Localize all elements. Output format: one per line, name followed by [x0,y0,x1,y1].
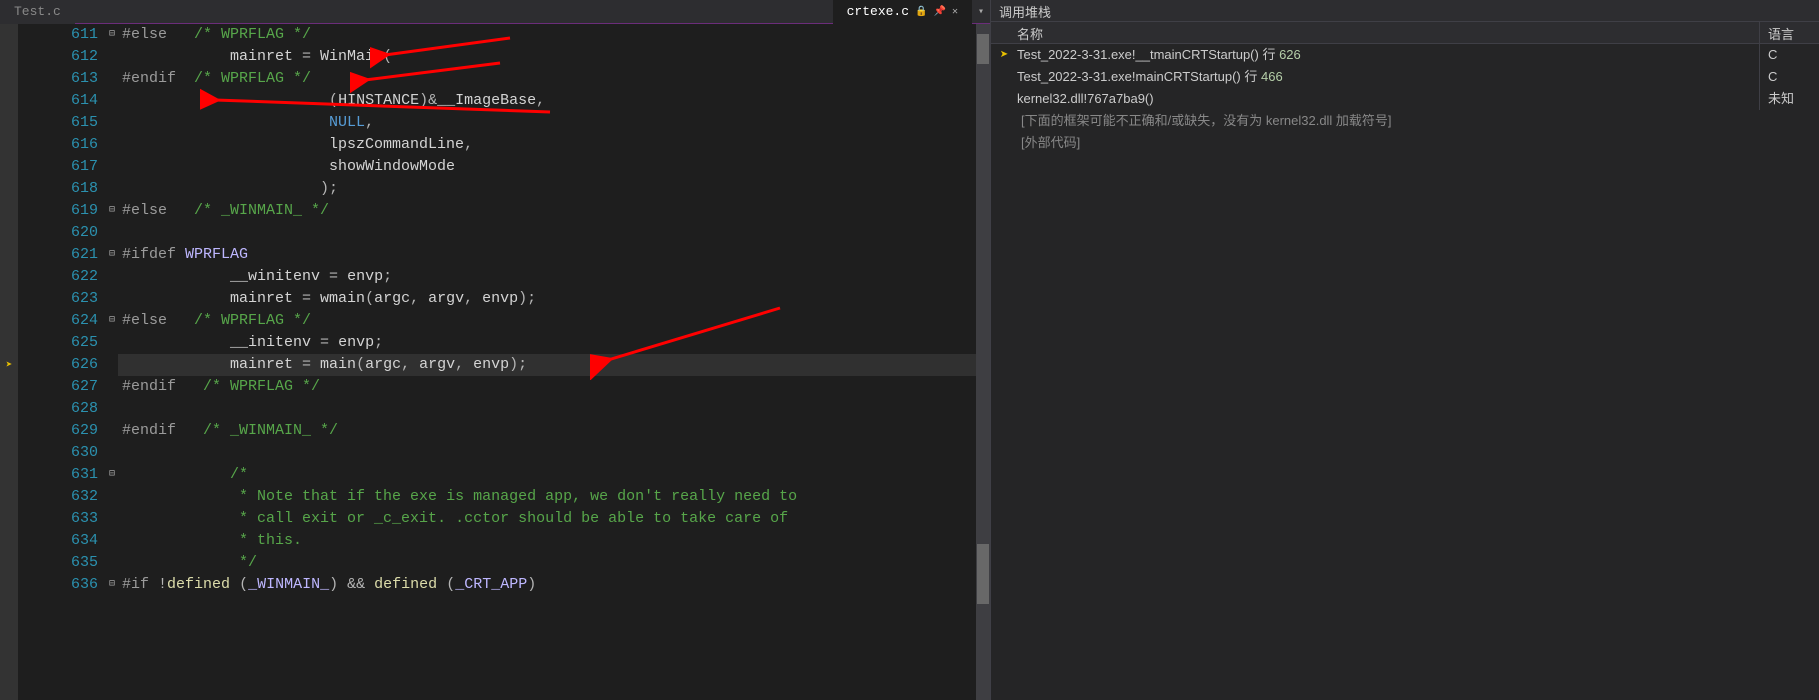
code-line[interactable]: /* [118,464,990,486]
line-number: 627 [18,376,98,398]
current-frame-arrow-icon: ➤ [991,44,1017,66]
line-number: 616 [18,134,98,156]
frame-name: Test_2022-3-31.exe!mainCRTStartup() 行 46… [1017,66,1759,88]
code-line[interactable]: (HINSTANCE)&__ImageBase, [118,90,990,112]
code-line[interactable]: lpszCommandLine, [118,134,990,156]
col-lang-header[interactable]: 语言 [1759,22,1819,43]
line-number: 614 [18,90,98,112]
tab-dropdown[interactable]: ▾ [972,0,990,24]
line-number: 612 [18,46,98,68]
stack-frame[interactable]: ➤Test_2022-3-31.exe!__tmainCRTStartup() … [991,44,1819,66]
frame-lang: 未知 [1759,88,1819,110]
line-number: 615 [18,112,98,134]
code-area[interactable]: ➤ 61161261361461561661761861962062162262… [0,24,990,700]
code-line[interactable]: * Note that if the exe is managed app, w… [118,486,990,508]
line-number: 635 [18,552,98,574]
editor-pane: Test.c crtexe.c 🔒 📌 ✕ ▾ ➤ 61161261361461… [0,0,990,700]
line-number: 629 [18,420,98,442]
code-line[interactable]: mainret = wmain(argc, argv, envp); [118,288,990,310]
code-line[interactable]: showWindowMode [118,156,990,178]
stack-frame[interactable]: kernel32.dll!767a7ba9()未知 [991,88,1819,110]
line-number: 611 [18,24,98,46]
line-number: 622 [18,266,98,288]
col-name-header[interactable]: 名称 [991,22,1759,43]
code-line[interactable]: mainret = WinMain( [118,46,990,68]
code-line[interactable]: mainret = main(argc, argv, envp); [118,354,990,376]
code-line[interactable]: #else /* _WINMAIN_ */ [118,200,990,222]
pin-icon[interactable]: 📌 [933,6,945,18]
code-line[interactable]: * this. [118,530,990,552]
code-line[interactable]: */ [118,552,990,574]
line-number: 628 [18,398,98,420]
code-line[interactable]: ); [118,178,990,200]
lock-icon: 🔒 [915,6,927,18]
code-line[interactable] [118,398,990,420]
line-number: 636 [18,574,98,596]
callstack-panel: 调用堆栈 名称 语言 ➤Test_2022-3-31.exe!__tmainCR… [990,0,1819,700]
stack-frame: [外部代码] [991,132,1819,154]
frame-name: [外部代码] [1017,132,1819,154]
line-number: 618 [18,178,98,200]
code-line[interactable]: * call exit or _c_exit. .cctor should be… [118,508,990,530]
line-number: 620 [18,222,98,244]
scroll-marker [977,34,989,64]
line-number: 634 [18,530,98,552]
frame-lang: C [1759,44,1819,66]
scrollbar-vertical[interactable] [976,24,990,700]
frame-lang: C [1759,66,1819,88]
line-number: 621 [18,244,98,266]
stack-frame: [下面的框架可能不正确和/或缺失，没有为 kernel32.dll 加载符号] [991,110,1819,132]
code-line[interactable]: #else /* WPRFLAG */ [118,310,990,332]
code-line[interactable]: #endif /* WPRFLAG */ [118,68,990,90]
line-number: 624 [18,310,98,332]
line-number: 613 [18,68,98,90]
code-text[interactable]: #else /* WPRFLAG */ mainret = WinMain(#e… [118,24,990,700]
fold-column[interactable]: ⊟ ⊟ ⊟ ⊟ ⊟ ⊟ [106,24,118,700]
fold-toggle[interactable]: ⊟ [106,310,118,332]
frame-name: Test_2022-3-31.exe!__tmainCRTStartup() 行… [1017,44,1759,66]
stack-frame[interactable]: Test_2022-3-31.exe!mainCRTStartup() 行 46… [991,66,1819,88]
chevron-down-icon: ▾ [978,6,984,18]
code-line[interactable]: #else /* WPRFLAG */ [118,24,990,46]
line-number-gutter: 6116126136146156166176186196206216226236… [18,24,106,700]
code-line[interactable]: #endif /* WPRFLAG */ [118,376,990,398]
line-number: 630 [18,442,98,464]
tab-test-c[interactable]: Test.c [0,0,75,24]
fold-toggle[interactable]: ⊟ [106,574,118,596]
line-number: 626 [18,354,98,376]
callstack-header: 名称 语言 [991,22,1819,44]
callstack-rows: ➤Test_2022-3-31.exe!__tmainCRTStartup() … [991,44,1819,700]
fold-toggle[interactable]: ⊟ [106,244,118,266]
line-number: 617 [18,156,98,178]
fold-toggle[interactable]: ⊟ [106,464,118,486]
line-number: 619 [18,200,98,222]
line-number: 631 [18,464,98,486]
line-number: 632 [18,486,98,508]
close-icon[interactable]: ✕ [952,6,958,18]
fold-toggle[interactable]: ⊟ [106,200,118,222]
line-number: 625 [18,332,98,354]
code-line[interactable]: __winitenv = envp; [118,266,990,288]
line-number: 633 [18,508,98,530]
code-line[interactable] [118,442,990,464]
frame-name: [下面的框架可能不正确和/或缺失，没有为 kernel32.dll 加载符号] [1017,110,1819,132]
code-line[interactable]: #if !defined (_WINMAIN_) && defined (_CR… [118,574,990,596]
fold-toggle[interactable]: ⊟ [106,24,118,46]
callstack-title: 调用堆栈 [991,0,1819,22]
tab-bar: Test.c crtexe.c 🔒 📌 ✕ ▾ [0,0,990,24]
code-line[interactable]: __initenv = envp; [118,332,990,354]
code-line[interactable]: #endif /* _WINMAIN_ */ [118,420,990,442]
tab-crtexe-c[interactable]: crtexe.c 🔒 📌 ✕ [833,0,972,24]
line-number: 623 [18,288,98,310]
code-line[interactable]: #ifdef WPRFLAG [118,244,990,266]
scroll-thumb[interactable] [977,544,989,604]
current-line-arrow-icon: ➤ [6,358,13,372]
code-line[interactable]: NULL, [118,112,990,134]
frame-name: kernel32.dll!767a7ba9() [1017,88,1759,110]
breakpoint-margin[interactable]: ➤ [0,24,18,700]
code-line[interactable] [118,222,990,244]
